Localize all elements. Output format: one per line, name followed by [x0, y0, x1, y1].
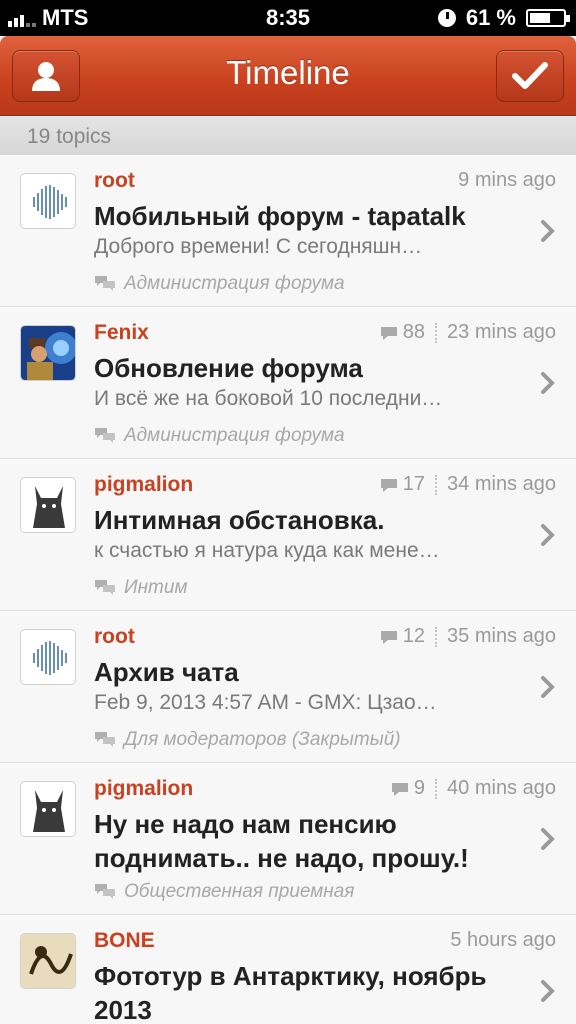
topic-time: 5 hours ago [450, 929, 556, 951]
battery-percent: 61 % [465, 5, 516, 30]
reply-bubble-icon [391, 782, 408, 796]
topic-row[interactable]: root 9 mins ago Мобильный форум - tapata… [0, 155, 576, 307]
nav-bar: Timeline [0, 36, 576, 116]
forum-name: Интим [124, 577, 188, 598]
meta-divider [435, 626, 438, 647]
topic-meta: 9 mins ago [458, 169, 556, 192]
avatar-sketch-icon [21, 934, 75, 988]
avatar [20, 781, 76, 837]
topic-forum: Интим [94, 577, 187, 599]
avatar [20, 325, 76, 381]
topic-row[interactable]: pigmalion 9 40 mins ago Ну не надо нам п… [0, 763, 576, 915]
topic-row[interactable]: Fenix 88 23 mins ago Обновление форума И… [0, 307, 576, 459]
forum-icon [95, 428, 115, 443]
reply-bubble-icon [380, 478, 397, 492]
topic-author: root [94, 625, 135, 648]
topic-list: root 9 mins ago Мобильный форум - tapata… [0, 155, 576, 1024]
topic-author: BONE [94, 929, 155, 952]
chevron-right-icon [541, 524, 555, 546]
reply-count: 9 [390, 777, 425, 800]
topic-preview: к счастью я натура куда как мене… [94, 539, 440, 562]
avatar-wolf-icon [21, 782, 75, 836]
chevron-right-icon [541, 372, 555, 394]
topic-title: Обновление форума [94, 353, 363, 383]
topic-meta: 88 23 mins ago [379, 321, 556, 344]
topic-preview: Feb 9, 2013 4:57 AM - GMX: Цзао… [94, 691, 437, 714]
reply-count-value: 9 [413, 777, 426, 799]
status-bar: MTS 8:35 61 % [0, 0, 576, 36]
topic-title: Архив чата [94, 657, 239, 687]
reply-count: 12 [379, 625, 425, 648]
forum-name: Администрация форума [124, 273, 345, 294]
topic-title: Фототур в Антарктику, ноябрь 2013 [94, 961, 487, 1024]
meta-divider [435, 474, 438, 495]
topic-time: 23 mins ago [447, 321, 556, 343]
topic-meta: 17 34 mins ago [379, 473, 556, 496]
avatar [20, 629, 76, 685]
avatar [20, 173, 76, 229]
chevron-right-icon [541, 220, 555, 242]
avatar-wolf-icon [21, 478, 75, 532]
topic-row[interactable]: pigmalion 17 34 mins ago Интимная обстан… [0, 459, 576, 611]
reply-bubble-icon [380, 326, 397, 340]
avatar [20, 933, 76, 989]
topic-time: 35 mins ago [447, 625, 556, 647]
status-right: 61 % [437, 5, 570, 31]
topic-preview: Доброго времени! С сегодняшн… [94, 235, 423, 258]
mark-read-button[interactable] [496, 50, 564, 102]
topic-time: 34 mins ago [447, 473, 556, 495]
topic-forum: Администрация форума [94, 273, 345, 295]
checkmark-icon [512, 62, 548, 89]
topic-forum: Общественная приемная [94, 881, 354, 903]
topic-forum: Для модераторов (Закрытый) [94, 729, 401, 751]
meta-divider [435, 778, 438, 799]
topic-title: Мобильный форум - tapatalk [94, 201, 466, 231]
topic-meta: 5 hours ago [450, 929, 556, 952]
battery-icon [526, 9, 570, 27]
alarm-clock-icon [437, 9, 456, 27]
forum-icon [95, 580, 115, 595]
reply-count: 17 [379, 473, 425, 496]
topic-meta: 9 40 mins ago [390, 777, 556, 800]
topic-title: Ну не надо нам пенсию поднимать.. не над… [94, 809, 469, 873]
forum-icon [95, 732, 115, 747]
topic-author: pigmalion [94, 777, 194, 800]
reply-count-value: 12 [402, 625, 426, 647]
reply-bubble-icon [380, 630, 397, 644]
forum-icon [95, 276, 115, 291]
forum-name: Администрация форума [124, 425, 345, 446]
meta-divider [435, 322, 438, 343]
avatar-bars-icon [33, 641, 67, 675]
forum-icon [95, 884, 115, 899]
chevron-right-icon [541, 980, 555, 1002]
forum-name: Общественная приемная [124, 881, 355, 902]
topics-count-header: 19 topics [0, 117, 576, 155]
topic-row[interactable]: root 12 35 mins ago Архив чата Feb 9, 20… [0, 611, 576, 763]
topic-author: pigmalion [94, 473, 194, 496]
avatar-bars-icon [33, 185, 67, 219]
reply-count: 88 [379, 321, 425, 344]
topic-author: Fenix [94, 321, 149, 344]
avatar-photo-icon [21, 326, 75, 380]
page-title: Timeline [226, 54, 350, 91]
topic-time: 40 mins ago [447, 777, 556, 799]
topic-preview: И всё же на боковой 10 последни… [94, 387, 443, 410]
topic-time: 9 mins ago [458, 169, 556, 191]
topic-author: root [94, 169, 135, 192]
topic-meta: 12 35 mins ago [379, 625, 556, 648]
chevron-right-icon [541, 676, 555, 698]
forum-name: Для модераторов (Закрытый) [124, 729, 401, 750]
avatar [20, 477, 76, 533]
chevron-right-icon [541, 828, 555, 850]
topic-row[interactable]: BONE 5 hours ago Фототур в Антарктику, н… [0, 915, 576, 1024]
topic-title: Интимная обстановка. [94, 505, 385, 535]
reply-count-value: 88 [402, 321, 426, 343]
topic-forum: Администрация форума [94, 425, 345, 447]
reply-count-value: 17 [402, 473, 426, 495]
